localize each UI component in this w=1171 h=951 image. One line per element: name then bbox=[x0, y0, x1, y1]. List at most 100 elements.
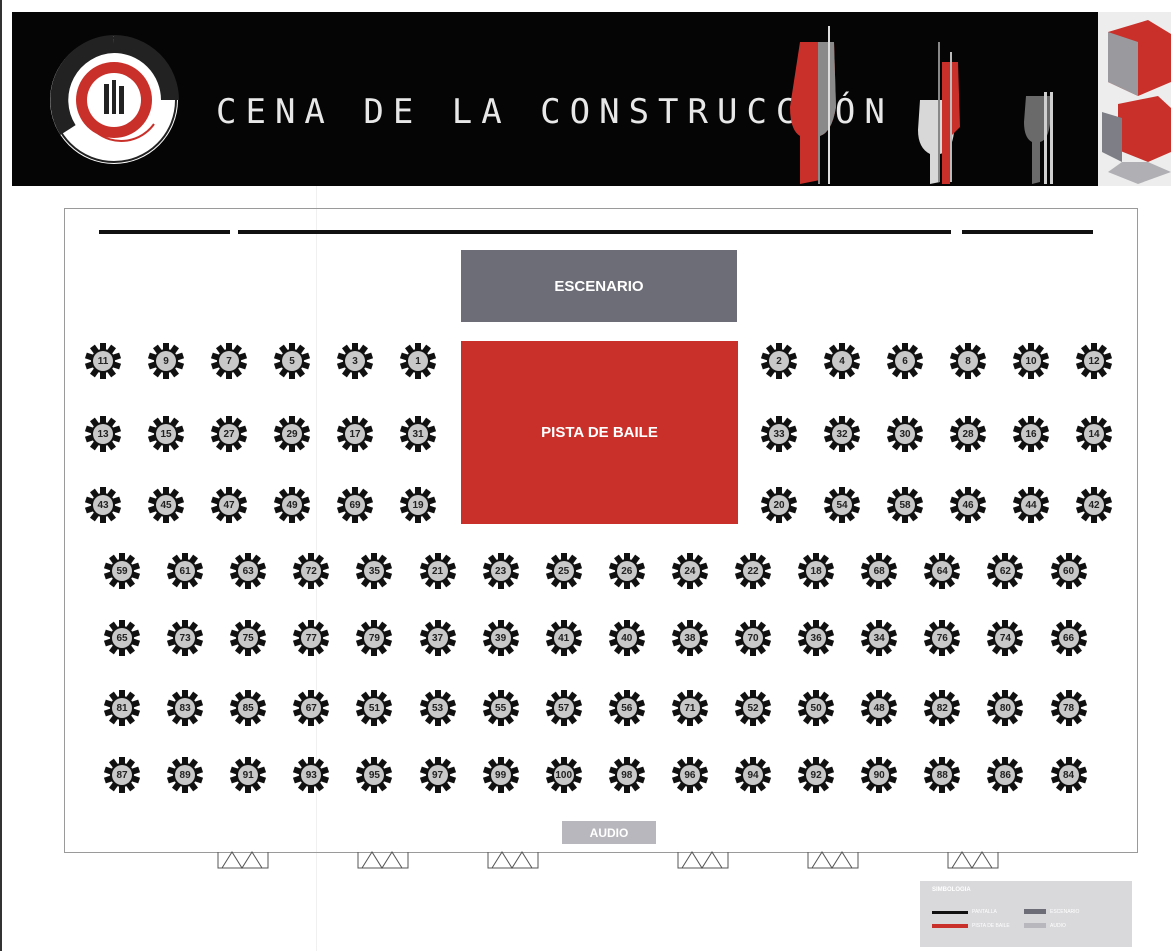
table-6[interactable]: 6 bbox=[886, 342, 924, 380]
table-84[interactable]: 84 bbox=[1050, 756, 1088, 794]
table-23[interactable]: 23 bbox=[482, 552, 520, 590]
table-55[interactable]: 55 bbox=[482, 689, 520, 727]
table-91[interactable]: 91 bbox=[229, 756, 267, 794]
table-25[interactable]: 25 bbox=[545, 552, 583, 590]
table-64[interactable]: 64 bbox=[923, 552, 961, 590]
table-98[interactable]: 98 bbox=[608, 756, 646, 794]
table-34[interactable]: 34 bbox=[860, 619, 898, 657]
table-32[interactable]: 32 bbox=[823, 415, 861, 453]
table-9[interactable]: 9 bbox=[147, 342, 185, 380]
table-49[interactable]: 49 bbox=[273, 486, 311, 524]
table-11[interactable]: 11 bbox=[84, 342, 122, 380]
table-82[interactable]: 82 bbox=[923, 689, 961, 727]
table-10[interactable]: 10 bbox=[1012, 342, 1050, 380]
table-59[interactable]: 59 bbox=[103, 552, 141, 590]
table-99[interactable]: 99 bbox=[482, 756, 520, 794]
table-19[interactable]: 19 bbox=[399, 486, 437, 524]
table-62[interactable]: 62 bbox=[986, 552, 1024, 590]
table-30[interactable]: 30 bbox=[886, 415, 924, 453]
table-42[interactable]: 42 bbox=[1075, 486, 1113, 524]
table-70[interactable]: 70 bbox=[734, 619, 772, 657]
table-54[interactable]: 54 bbox=[823, 486, 861, 524]
table-24[interactable]: 24 bbox=[671, 552, 709, 590]
table-95[interactable]: 95 bbox=[355, 756, 393, 794]
table-67[interactable]: 67 bbox=[292, 689, 330, 727]
table-28[interactable]: 28 bbox=[949, 415, 987, 453]
table-78[interactable]: 78 bbox=[1050, 689, 1088, 727]
table-2[interactable]: 2 bbox=[760, 342, 798, 380]
table-44[interactable]: 44 bbox=[1012, 486, 1050, 524]
table-1[interactable]: 1 bbox=[399, 342, 437, 380]
table-47[interactable]: 47 bbox=[210, 486, 248, 524]
table-87[interactable]: 87 bbox=[103, 756, 141, 794]
table-92[interactable]: 92 bbox=[797, 756, 835, 794]
table-18[interactable]: 18 bbox=[797, 552, 835, 590]
table-22[interactable]: 22 bbox=[734, 552, 772, 590]
table-85[interactable]: 85 bbox=[229, 689, 267, 727]
table-4[interactable]: 4 bbox=[823, 342, 861, 380]
table-73[interactable]: 73 bbox=[166, 619, 204, 657]
table-3[interactable]: 3 bbox=[336, 342, 374, 380]
table-96[interactable]: 96 bbox=[671, 756, 709, 794]
table-8[interactable]: 8 bbox=[949, 342, 987, 380]
table-39[interactable]: 39 bbox=[482, 619, 520, 657]
table-33[interactable]: 33 bbox=[760, 415, 798, 453]
table-97[interactable]: 97 bbox=[419, 756, 457, 794]
table-86[interactable]: 86 bbox=[986, 756, 1024, 794]
table-40[interactable]: 40 bbox=[608, 619, 646, 657]
table-93[interactable]: 93 bbox=[292, 756, 330, 794]
table-46[interactable]: 46 bbox=[949, 486, 987, 524]
table-94[interactable]: 94 bbox=[734, 756, 772, 794]
table-51[interactable]: 51 bbox=[355, 689, 393, 727]
table-20[interactable]: 20 bbox=[760, 486, 798, 524]
table-66[interactable]: 66 bbox=[1050, 619, 1088, 657]
table-37[interactable]: 37 bbox=[419, 619, 457, 657]
table-31[interactable]: 31 bbox=[399, 415, 437, 453]
table-69[interactable]: 69 bbox=[336, 486, 374, 524]
table-48[interactable]: 48 bbox=[860, 689, 898, 727]
table-76[interactable]: 76 bbox=[923, 619, 961, 657]
table-81[interactable]: 81 bbox=[103, 689, 141, 727]
table-26[interactable]: 26 bbox=[608, 552, 646, 590]
table-63[interactable]: 63 bbox=[229, 552, 267, 590]
table-43[interactable]: 43 bbox=[84, 486, 122, 524]
table-35[interactable]: 35 bbox=[355, 552, 393, 590]
table-80[interactable]: 80 bbox=[986, 689, 1024, 727]
table-17[interactable]: 17 bbox=[336, 415, 374, 453]
table-14[interactable]: 14 bbox=[1075, 415, 1113, 453]
table-56[interactable]: 56 bbox=[608, 689, 646, 727]
table-77[interactable]: 77 bbox=[292, 619, 330, 657]
table-68[interactable]: 68 bbox=[860, 552, 898, 590]
table-60[interactable]: 60 bbox=[1050, 552, 1088, 590]
table-21[interactable]: 21 bbox=[419, 552, 457, 590]
table-83[interactable]: 83 bbox=[166, 689, 204, 727]
table-90[interactable]: 90 bbox=[860, 756, 898, 794]
table-41[interactable]: 41 bbox=[545, 619, 583, 657]
table-45[interactable]: 45 bbox=[147, 486, 185, 524]
table-36[interactable]: 36 bbox=[797, 619, 835, 657]
table-71[interactable]: 71 bbox=[671, 689, 709, 727]
table-72[interactable]: 72 bbox=[292, 552, 330, 590]
table-7[interactable]: 7 bbox=[210, 342, 248, 380]
table-53[interactable]: 53 bbox=[419, 689, 457, 727]
table-5[interactable]: 5 bbox=[273, 342, 311, 380]
table-57[interactable]: 57 bbox=[545, 689, 583, 727]
table-89[interactable]: 89 bbox=[166, 756, 204, 794]
table-13[interactable]: 13 bbox=[84, 415, 122, 453]
table-74[interactable]: 74 bbox=[986, 619, 1024, 657]
table-27[interactable]: 27 bbox=[210, 415, 248, 453]
table-50[interactable]: 50 bbox=[797, 689, 835, 727]
table-52[interactable]: 52 bbox=[734, 689, 772, 727]
table-61[interactable]: 61 bbox=[166, 552, 204, 590]
table-75[interactable]: 75 bbox=[229, 619, 267, 657]
table-16[interactable]: 16 bbox=[1012, 415, 1050, 453]
table-79[interactable]: 79 bbox=[355, 619, 393, 657]
table-65[interactable]: 65 bbox=[103, 619, 141, 657]
table-100[interactable]: 100 bbox=[545, 756, 583, 794]
table-12[interactable]: 12 bbox=[1075, 342, 1113, 380]
table-38[interactable]: 38 bbox=[671, 619, 709, 657]
table-88[interactable]: 88 bbox=[923, 756, 961, 794]
table-29[interactable]: 29 bbox=[273, 415, 311, 453]
table-58[interactable]: 58 bbox=[886, 486, 924, 524]
table-15[interactable]: 15 bbox=[147, 415, 185, 453]
